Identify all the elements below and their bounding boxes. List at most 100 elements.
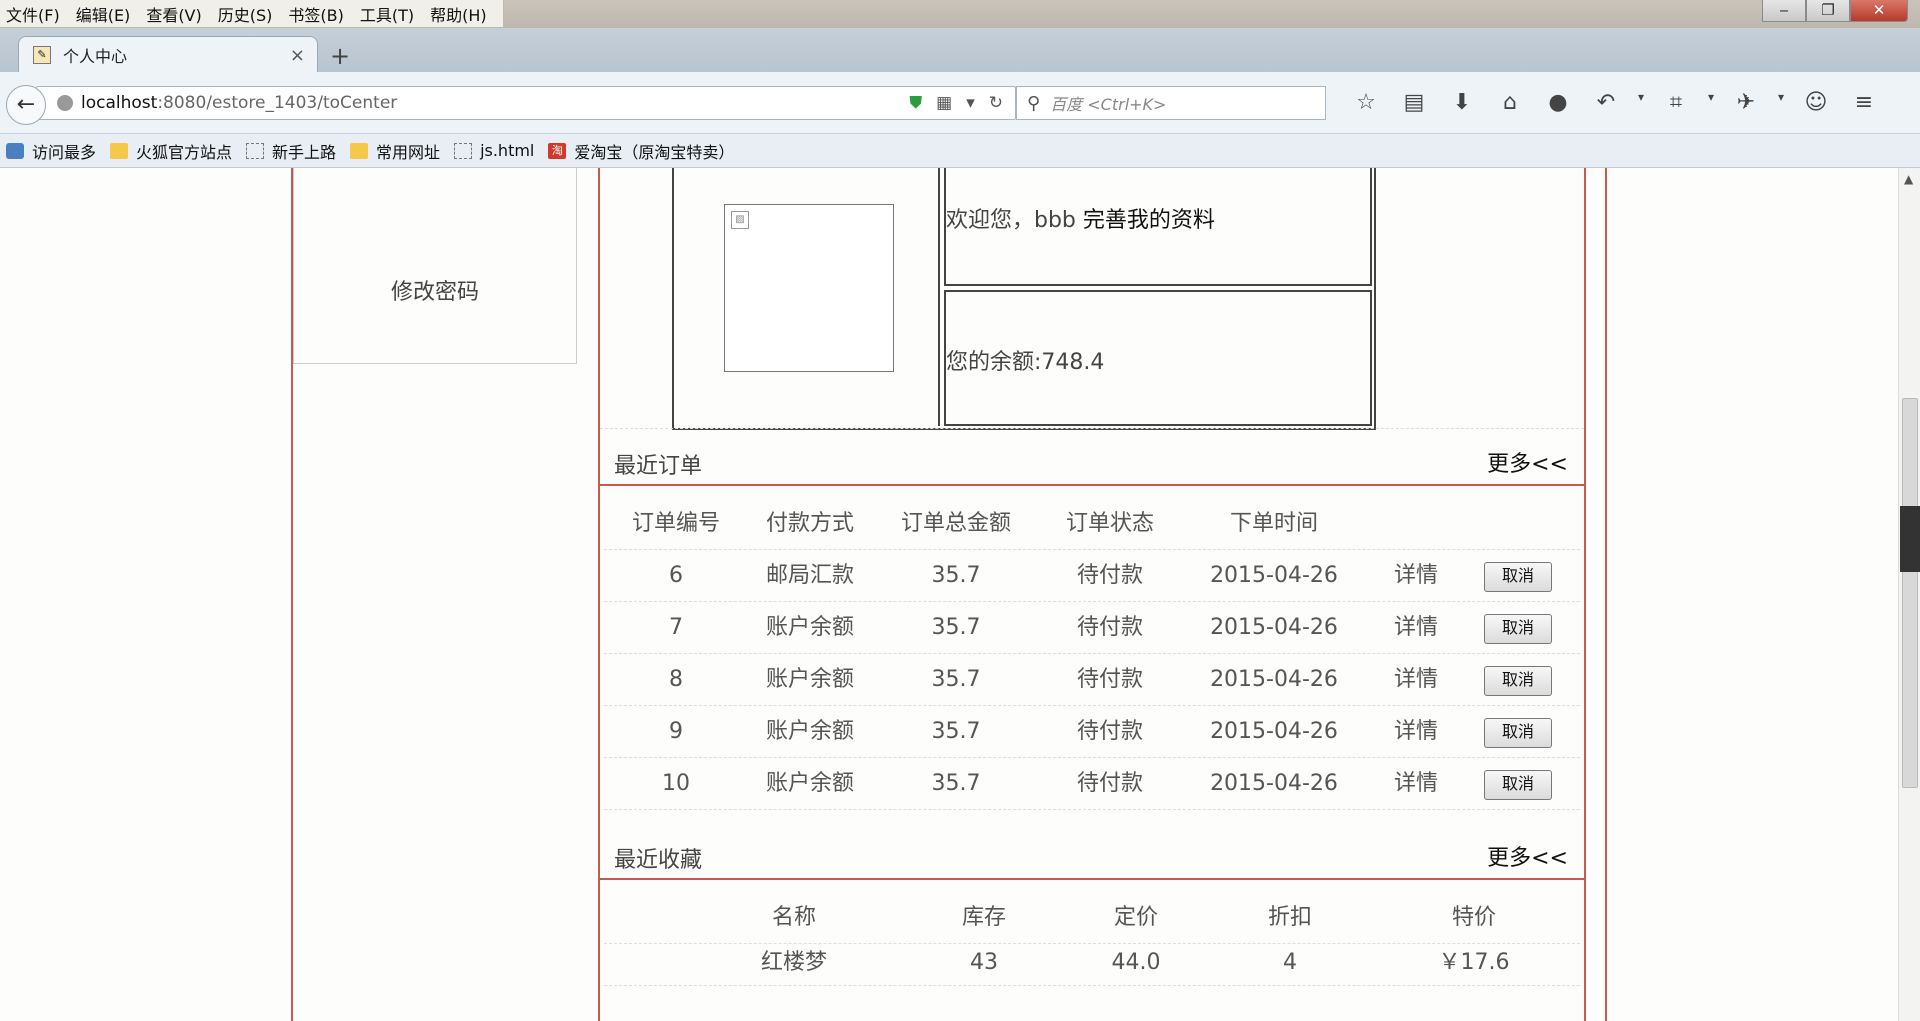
col-stock: 库存 [961,905,1006,930]
order-detail-link[interactable]: 详情 [1386,550,1446,602]
welcome-prefix: 欢迎您，bbb [946,208,1083,233]
menu-view[interactable]: 查看(V) [146,2,201,26]
payment-method: 账户余额 [765,771,854,796]
folder-icon [350,142,369,159]
maximize-button[interactable]: ❐ [1806,0,1850,22]
bookmark-label: 访问最多 [32,142,97,162]
order-number: 6 [669,563,683,588]
bookmarks-bar: 访问最多 火狐官方站点 新手上路 常用网址 js.html 淘爱淘宝（原淘宝特卖… [0,134,1920,168]
cancel-order-button[interactable]: 取消 [1484,562,1552,592]
payment-method: 账户余额 [765,719,854,744]
search-input[interactable]: ⚲ 百度 <Ctrl+K> [1016,86,1326,120]
reload-icon[interactable]: ↻ [989,93,1003,113]
bookmark-most-visited[interactable]: 访问最多 [6,139,96,163]
order-total: 35.7 [931,667,981,692]
menu-file[interactable]: 文件(F) [6,2,60,26]
recent-orders-header: 最近订单 更多<< [600,430,1584,486]
recent-orders-title: 最近订单 [614,454,703,479]
order-number: 9 [669,719,683,744]
order-status: 待付款 [1076,719,1143,744]
menu-history[interactable]: 历史(S) [218,2,273,26]
bookmark-common-sites[interactable]: 常用网址 [350,139,440,163]
bookmark-label: js.html [480,141,535,160]
vertical-scrollbar[interactable]: ▲ [1898,168,1920,1021]
change-password-link[interactable]: 修改密码 [294,274,576,306]
cancel-order-button[interactable]: 取消 [1484,718,1552,748]
recent-favorites-more-link[interactable]: 更多<< [1487,840,1568,872]
extension-icon[interactable]: ✈ [1722,90,1770,115]
home-icon[interactable]: ⌂ [1486,90,1534,115]
menu-tools[interactable]: 工具(T) [360,2,414,26]
back-button[interactable]: ← [6,85,46,125]
recent-orders-more-link[interactable]: 更多<< [1487,446,1568,478]
download-icon[interactable]: ⬇ [1438,90,1486,115]
crop-dropdown-icon[interactable]: ▾ [1700,90,1722,115]
welcome-cell: 欢迎您，bbb 完善我的资料 [944,168,1372,286]
col-order-status: 订单状态 [1065,511,1154,536]
order-status: 待付款 [1076,771,1143,796]
shield-icon[interactable]: ⛊ [909,93,922,113]
scroll-up-icon[interactable]: ▲ [1904,172,1913,186]
order-detail-link[interactable]: 详情 [1386,654,1446,706]
col-payment-method: 付款方式 [765,511,854,536]
order-detail-link[interactable]: 详情 [1386,758,1446,810]
menu-edit[interactable]: 编辑(E) [76,2,131,26]
search-placeholder: 百度 <Ctrl+K> [1050,95,1167,114]
order-total: 35.7 [931,615,981,640]
order-total: 35.7 [931,719,981,744]
order-status: 待付款 [1076,563,1143,588]
cancel-order-button[interactable]: 取消 [1484,770,1552,800]
bookmark-getting-started[interactable]: 新手上路 [246,139,336,163]
profile-box: ▨ 欢迎您，bbb 完善我的资料 您的余额:748.4 [672,168,1376,430]
order-detail-link[interactable]: 详情 [1386,602,1446,654]
bookmark-firefox-official[interactable]: 火狐官方站点 [110,139,232,163]
balance-text: 您的余额:748.4 [946,350,1105,375]
avatar: ▨ [724,204,894,372]
bookmark-js-html[interactable]: js.html [454,141,534,160]
extension-dropdown-icon[interactable]: ▾ [1770,90,1792,115]
col-discount: 折扣 [1267,905,1312,930]
balance-cell: 您的余额:748.4 [944,290,1372,426]
menu-icon[interactable]: ≡ [1840,90,1888,115]
bookmark-aitaobao[interactable]: 淘爱淘宝（原淘宝特卖） [548,139,734,163]
url-bar[interactable]: localhost:8080/estore_1403/toCenter ⛊ ▦ … [36,86,1016,120]
order-total: 35.7 [931,563,981,588]
complete-profile-link[interactable]: 完善我的资料 [1083,208,1215,233]
cancel-order-button[interactable]: 取消 [1484,666,1552,696]
new-tab-button[interactable]: + [330,42,350,70]
chat-icon[interactable]: ● [1534,90,1582,115]
table-row: 7 账户余额 35.7 待付款 2015-04-26 详情 取消 [604,602,1580,654]
order-detail-link[interactable]: 详情 [1386,706,1446,758]
table-row: 10 账户余额 35.7 待付款 2015-04-26 详情 取消 [604,758,1580,810]
close-window-button[interactable]: ✕ [1850,0,1908,22]
undo-icon[interactable]: ↶ [1582,90,1630,115]
payment-method: 邮局汇款 [765,563,854,588]
close-tab-icon[interactable]: × [290,45,305,66]
title-bar: 文件(F) 编辑(E) 查看(V) 历史(S) 书签(B) 工具(T) 帮助(H… [0,0,1920,28]
bookmark-star-icon[interactable]: ☆ [1342,90,1390,115]
url-host: localhost [81,93,158,113]
scrollbar-thumb[interactable] [1902,398,1918,788]
sidebar-grip[interactable] [1900,506,1920,572]
dropdown-arrow-icon[interactable]: ▾ [966,93,975,113]
reading-list-icon[interactable]: ▤ [1390,90,1438,115]
favorite-name[interactable]: 红楼梦 [704,940,884,986]
col-special-price: 特价 [1451,905,1496,930]
bookmark-label: 火狐官方站点 [136,142,233,162]
bookmark-label: 新手上路 [272,142,337,162]
most-visited-icon [6,142,24,159]
tab-personal-center[interactable]: ✎ 个人中心 × [18,36,318,73]
undo-dropdown-icon[interactable]: ▾ [1630,90,1652,115]
menu-help[interactable]: 帮助(H) [430,2,487,26]
col-name: 名称 [771,905,816,930]
payment-method: 账户余额 [765,615,854,640]
menu-bookmarks[interactable]: 书签(B) [288,2,343,26]
orders-header-row: 订单编号 付款方式 订单总金额 订单状态 下单时间 [604,498,1580,550]
qr-code-icon[interactable]: ▦ [936,93,952,113]
cancel-order-button[interactable]: 取消 [1484,614,1552,644]
order-time: 2015-04-26 [1210,667,1338,692]
minimize-button[interactable]: ‒ [1762,0,1806,22]
col-order-number: 订单编号 [631,511,720,536]
smiley-icon[interactable]: ☺ [1792,90,1840,115]
crop-icon[interactable]: ⌗ [1652,90,1700,115]
